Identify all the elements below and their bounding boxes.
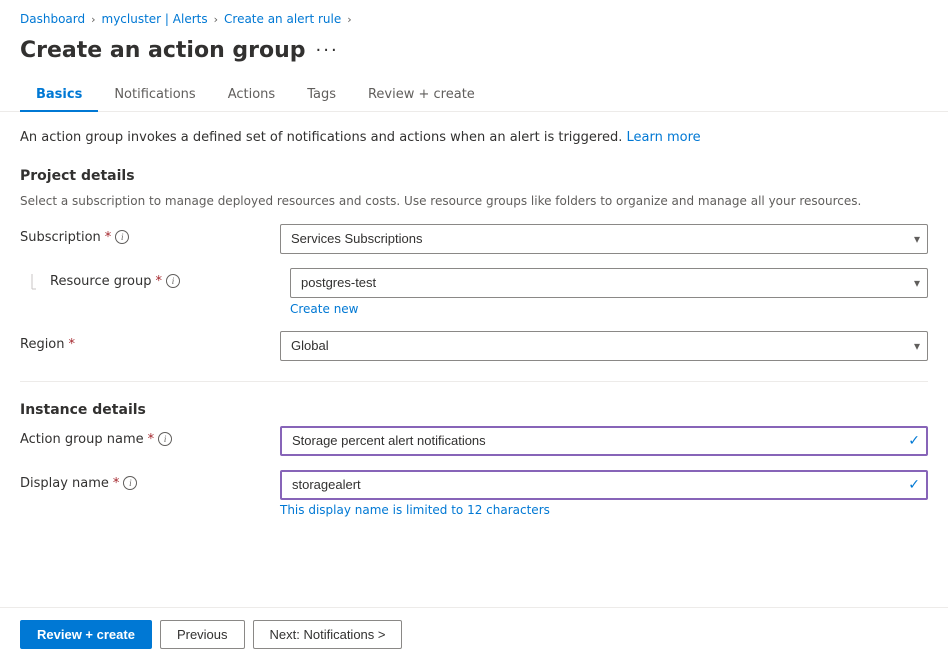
resource-group-label-col: Resource group * i <box>50 268 280 289</box>
action-group-name-label: Action group name <box>20 432 144 447</box>
action-group-name-control: ✓ <box>280 426 928 456</box>
display-name-info-icon[interactable]: i <box>123 476 137 490</box>
breadcrumb-sep-2: › <box>214 13 218 26</box>
region-dropdown[interactable]: Global <box>280 331 928 361</box>
resource-group-info-icon[interactable]: i <box>166 274 180 288</box>
breadcrumb-sep-3: › <box>347 13 351 26</box>
learn-more-link[interactable]: Learn more <box>627 130 701 145</box>
display-name-required: * <box>113 476 120 491</box>
subscription-dropdown[interactable]: Services Subscriptions <box>280 224 928 254</box>
next-button[interactable]: Next: Notifications > <box>253 620 403 649</box>
breadcrumb-alert-rule[interactable]: Create an alert rule <box>224 12 341 26</box>
project-details-section: Project details Select a subscription to… <box>20 168 928 361</box>
action-group-name-row: Action group name * i ✓ <box>20 426 928 456</box>
resource-group-required: * <box>156 274 163 289</box>
breadcrumb: Dashboard › mycluster | Alerts › Create … <box>0 0 948 34</box>
breadcrumb-sep-1: › <box>91 13 95 26</box>
breadcrumb-dashboard[interactable]: Dashboard <box>20 12 85 26</box>
tab-actions[interactable]: Actions <box>212 79 292 112</box>
char-limit-text: This display name is limited to 12 chara… <box>280 503 928 517</box>
region-label: Region <box>20 337 65 352</box>
region-required: * <box>69 337 76 352</box>
subscription-required: * <box>105 230 112 245</box>
resource-group-dropdown[interactable]: postgres-test <box>290 268 928 298</box>
display-name-input[interactable] <box>280 470 928 500</box>
project-details-title: Project details <box>20 168 928 184</box>
subscription-control: Services Subscriptions ▾ <box>280 224 928 254</box>
indent-line <box>20 268 40 304</box>
breadcrumb-mycluster[interactable]: mycluster | Alerts <box>102 12 208 26</box>
display-name-row: Display name * i ✓ This display name is … <box>20 470 928 517</box>
tab-review-create[interactable]: Review + create <box>352 79 491 112</box>
display-name-control: ✓ This display name is limited to 12 cha… <box>280 470 928 517</box>
tab-basics[interactable]: Basics <box>20 79 98 112</box>
resource-group-label: Resource group <box>50 274 152 289</box>
instance-details-section: Instance details Action group name * i ✓… <box>20 402 928 517</box>
action-group-name-input[interactable] <box>280 426 928 456</box>
action-group-name-label-col: Action group name * i <box>20 426 270 447</box>
region-row: Region * Global ▾ <box>20 331 928 361</box>
previous-button[interactable]: Previous <box>160 620 245 649</box>
subscription-info-icon[interactable]: i <box>115 230 129 244</box>
footer: Review + create Previous Next: Notificat… <box>0 607 948 661</box>
action-group-name-info-icon[interactable]: i <box>158 432 172 446</box>
display-name-label-col: Display name * i <box>20 470 270 491</box>
subscription-label-col: Subscription * i <box>20 224 270 245</box>
display-name-label: Display name <box>20 476 109 491</box>
page-header: Create an action group ··· <box>0 34 948 79</box>
create-new-link[interactable]: Create new <box>290 302 359 316</box>
region-dropdown-wrapper: Global ▾ <box>280 331 928 361</box>
page-description: An action group invokes a defined set of… <box>20 128 928 148</box>
resource-group-dropdown-wrapper: postgres-test ▾ <box>290 268 928 298</box>
subscription-row: Subscription * i Services Subscriptions … <box>20 224 928 254</box>
more-options-icon[interactable]: ··· <box>316 40 339 61</box>
instance-details-title: Instance details <box>20 402 928 418</box>
tab-bar: Basics Notifications Actions Tags Review… <box>0 79 948 112</box>
resource-group-control: postgres-test ▾ Create new <box>290 268 928 317</box>
subscription-dropdown-wrapper: Services Subscriptions ▾ <box>280 224 928 254</box>
tab-notifications[interactable]: Notifications <box>98 79 211 112</box>
resource-group-row: Resource group * i postgres-test ▾ Creat… <box>20 268 928 317</box>
section-divider <box>20 381 928 382</box>
action-group-name-required: * <box>148 432 155 447</box>
region-control: Global ▾ <box>280 331 928 361</box>
review-create-button[interactable]: Review + create <box>20 620 152 649</box>
display-name-input-wrapper: ✓ <box>280 470 928 500</box>
tab-tags[interactable]: Tags <box>291 79 352 112</box>
project-details-description: Select a subscription to manage deployed… <box>20 192 928 210</box>
indent-connector-icon <box>20 274 36 304</box>
content-area: An action group invokes a defined set of… <box>0 112 948 547</box>
region-label-col: Region * <box>20 331 270 352</box>
subscription-label: Subscription <box>20 230 101 245</box>
action-group-name-input-wrapper: ✓ <box>280 426 928 456</box>
page-title: Create an action group <box>20 38 306 63</box>
